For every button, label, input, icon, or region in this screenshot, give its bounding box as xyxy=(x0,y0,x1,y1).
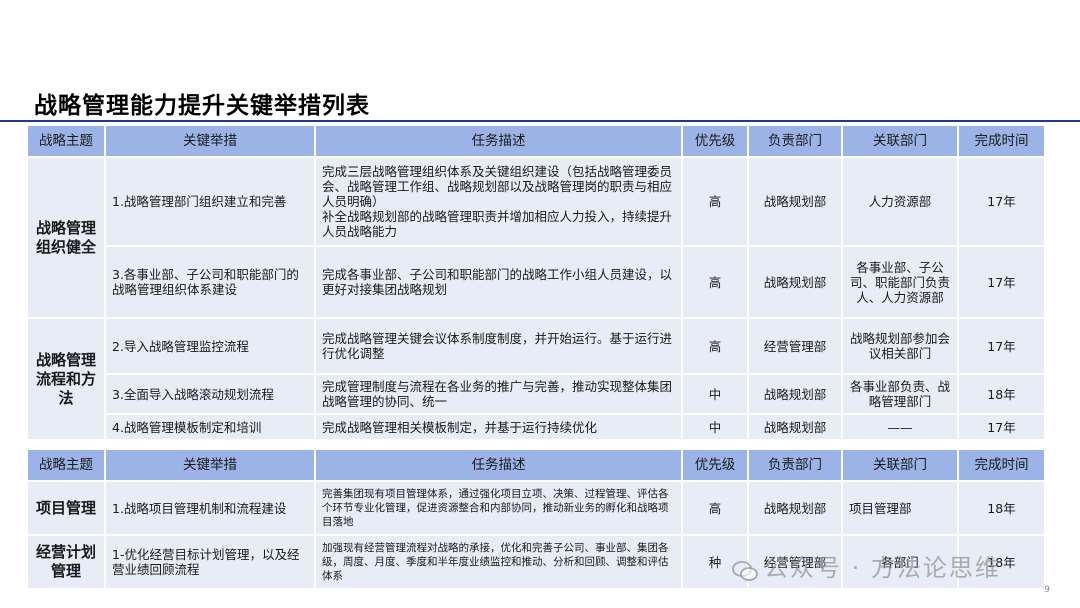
wechat-icon xyxy=(732,559,758,581)
owner-cell: 经营管理部 xyxy=(749,319,841,373)
theme-cell: 项目管理 xyxy=(28,482,104,534)
description-cell: 完成三层战略管理组织体系及关键组织建设（包括战略管理委员会、战略管理工作组、战略… xyxy=(316,158,681,245)
measure-cell: 1.战略管理部门组织建立和完善 xyxy=(106,158,314,245)
related-cell: 战略规划部参加会议相关部门 xyxy=(843,319,957,373)
watermark: 公众号 · 方法论思维 xyxy=(732,548,1001,583)
priority-cell: 高 xyxy=(683,482,747,534)
header-priority: 优先级 xyxy=(683,450,747,480)
related-cell: 人力资源部 xyxy=(843,158,957,245)
table-row: 3.全面导入战略滚动规划流程 完成管理制度与流程在各业务的推广与完善，推动实现整… xyxy=(28,375,1044,413)
theme-cell: 战略管理组织健全 xyxy=(28,158,104,317)
table-row: 战略管理组织健全 1.战略管理部门组织建立和完善 完成三层战略管理组织体系及关键… xyxy=(28,158,1044,317)
description-cell: 完成各事业部、子公司和职能部门的战略工作小组人员建设，以更好对接集团战略规划 xyxy=(316,247,681,317)
owner-cell: 战略规划部 xyxy=(749,415,841,439)
theme-cell: 经营计划管理 xyxy=(28,536,104,588)
header-related: 关联部门 xyxy=(843,126,957,156)
priority-cell: 中 xyxy=(683,375,747,413)
table-header-row: 战略主题 关键举措 任务描述 优先级 负责部门 关联部门 完成时间 xyxy=(28,126,1044,156)
description-cell: 完成战略管理关键会议体系制度制度，并开始运行。基于运行进行优化调整 xyxy=(316,319,681,373)
measure-cell: 3.各事业部、子公司和职能部门的战略管理组织体系建设 xyxy=(106,247,314,317)
measure-cell: 1.战略项目管理机制和流程建设 xyxy=(106,482,314,534)
due-cell: 17年 xyxy=(959,415,1044,439)
header-owner: 负责部门 xyxy=(749,126,841,156)
measures-table-1: 战略主题 关键举措 任务描述 优先级 负责部门 关联部门 完成时间 战略管理组织… xyxy=(26,124,1046,441)
theme-cell: 战略管理流程和方法 xyxy=(28,319,104,439)
title-underline xyxy=(0,120,1080,122)
priority-cell: 高 xyxy=(683,158,747,245)
measure-cell: 4.战略管理模板制定和培训 xyxy=(106,415,314,439)
table-row: 4.战略管理模板制定和培训 完成战略管理相关模板制定，并基于运行持续优化 中 战… xyxy=(28,415,1044,439)
due-cell: 18年 xyxy=(959,482,1044,534)
header-measure: 关键举措 xyxy=(106,126,314,156)
table-row: 3.各事业部、子公司和职能部门的战略管理组织体系建设 完成各事业部、子公司和职能… xyxy=(28,247,1044,317)
header-due: 完成时间 xyxy=(959,126,1044,156)
related-cell: —— xyxy=(843,415,957,439)
description-cell: 完成战略管理相关模板制定，并基于运行持续优化 xyxy=(316,415,681,439)
table-header-row: 战略主题 关键举措 任务描述 优先级 负责部门 关联部门 完成时间 xyxy=(28,450,1044,480)
description-cell: 完成管理制度与流程在各业务的推广与完善，推动实现整体集团战略管理的协同、统一 xyxy=(316,375,681,413)
related-cell: 各事业部、子公司、职能部门负责人、人力资源部 xyxy=(843,247,957,317)
priority-cell: 高 xyxy=(683,247,747,317)
related-cell: 项目管理部 xyxy=(843,482,957,534)
owner-cell: 战略规划部 xyxy=(749,375,841,413)
related-cell: 各事业部负责、战略管理部门 xyxy=(843,375,957,413)
header-theme: 战略主题 xyxy=(28,450,104,480)
owner-cell: 战略规划部 xyxy=(749,482,841,534)
header-due: 完成时间 xyxy=(959,450,1044,480)
header-description: 任务描述 xyxy=(316,126,681,156)
header-measure: 关键举措 xyxy=(106,450,314,480)
page-title: 战略管理能力提升关键举措列表 xyxy=(34,92,370,119)
watermark-text: 公众号 · 方法论思维 xyxy=(764,554,1001,582)
due-cell: 17年 xyxy=(959,319,1044,373)
measure-cell: 1-优化经营目标计划管理，以及经营业绩回顾流程 xyxy=(106,536,314,588)
priority-cell: 中 xyxy=(683,415,747,439)
due-cell: 18年 xyxy=(959,375,1044,413)
header-theme: 战略主题 xyxy=(28,126,104,156)
priority-cell: 高 xyxy=(683,319,747,373)
page-number: 9 xyxy=(1044,585,1050,595)
table-row: 战略管理流程和方法 2.导入战略管理监控流程 完成战略管理关键会议体系制度制度，… xyxy=(28,319,1044,439)
table-row: 项目管理 1.战略项目管理机制和流程建设 完善集团现有项目管理体系，通过强化项目… xyxy=(28,482,1044,534)
due-cell: 17年 xyxy=(959,247,1044,317)
due-cell: 17年 xyxy=(959,158,1044,245)
owner-cell: 战略规划部 xyxy=(749,247,841,317)
header-owner: 负责部门 xyxy=(749,450,841,480)
header-description: 任务描述 xyxy=(316,450,681,480)
description-cell: 加强现有经营管理流程对战略的承接，优化和完善子公司、事业部、集团各级，周度、月度… xyxy=(316,536,681,588)
owner-cell: 战略规划部 xyxy=(749,158,841,245)
measure-cell: 2.导入战略管理监控流程 xyxy=(106,319,314,373)
description-cell: 完善集团现有项目管理体系，通过强化项目立项、决策、过程管理、评估各个环节专业化管… xyxy=(316,482,681,534)
measure-cell: 3.全面导入战略滚动规划流程 xyxy=(106,375,314,413)
header-related: 关联部门 xyxy=(843,450,957,480)
header-priority: 优先级 xyxy=(683,126,747,156)
